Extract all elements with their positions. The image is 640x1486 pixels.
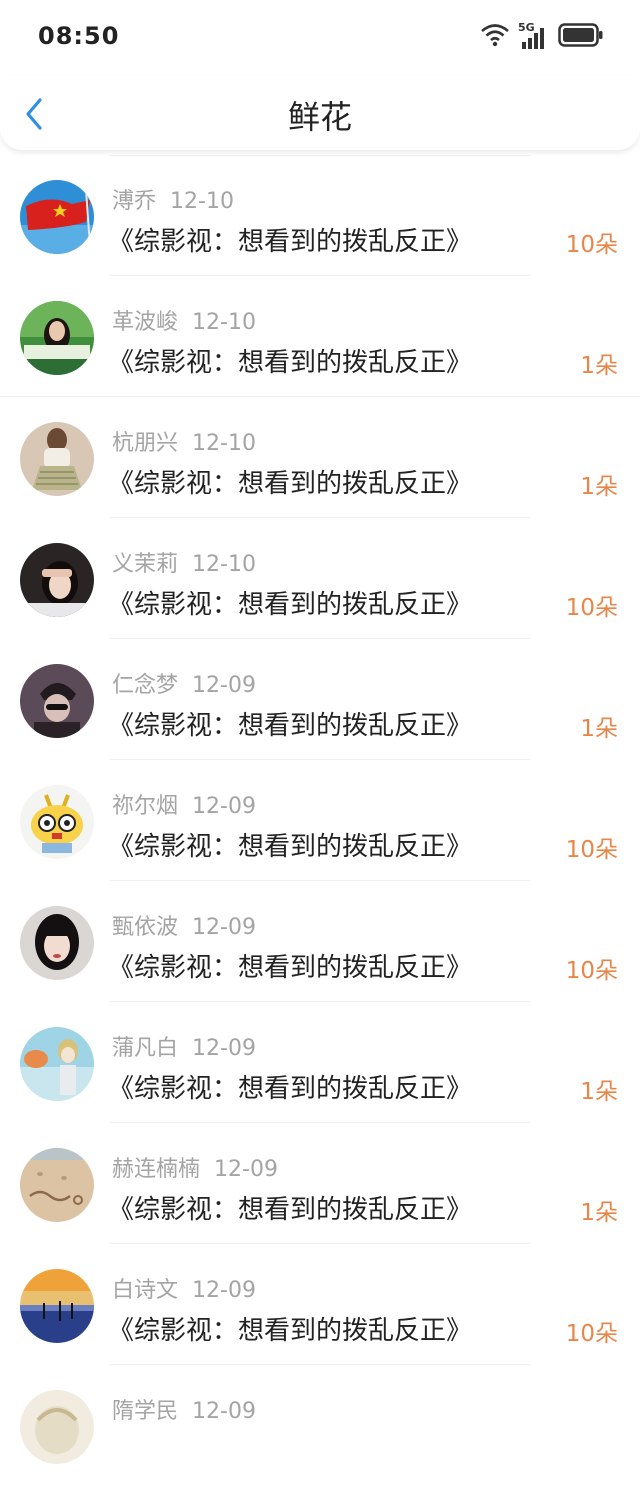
nav-header: 鲜花 (0, 76, 640, 150)
date: 12-09 (192, 915, 256, 940)
status-bar: 08:50 5G (0, 0, 640, 76)
book-title: 《综影视：想看到的拨乱反正》 (108, 832, 473, 862)
avatar (20, 301, 94, 375)
flower-count: 1朵 (580, 353, 618, 379)
date: 12-09 (214, 1157, 278, 1182)
battery-icon (558, 23, 604, 51)
list-item[interactable]: 杭朋兴 12-10 《综影视：想看到的拨乱反正》 1朵 (0, 397, 640, 518)
name-line: 蒲凡白 12-09 (112, 1030, 256, 1061)
page-title: 鲜花 (287, 98, 352, 136)
book-title: 《综影视：想看到的拨乱反正》 (108, 227, 473, 257)
book-title: 《综影视：想看到的拨乱反正》 (108, 1074, 473, 1104)
name-line: 仁念梦 12-09 (112, 667, 256, 698)
book-title: 《综影视：想看到的拨乱反正》 (108, 711, 473, 741)
avatar (20, 180, 94, 254)
name-line: 杭朋兴 12-10 (112, 425, 256, 456)
flower-count: 10朵 (565, 1321, 618, 1347)
flower-count: 10朵 (565, 232, 618, 258)
avatar (20, 1269, 94, 1343)
avatar (20, 422, 94, 496)
flower-count: 1朵 (580, 716, 618, 742)
date: 12-10 (192, 431, 256, 456)
status-icons: 5G (480, 21, 604, 52)
avatar (20, 1148, 94, 1222)
date: 12-09 (192, 794, 256, 819)
date: 12-10 (170, 189, 234, 214)
avatar (20, 543, 94, 617)
user-name: 甄依波 (112, 915, 179, 940)
user-name: 隋学民 (112, 1399, 179, 1424)
book-title: 《综影视：想看到的拨乱反正》 (108, 1195, 473, 1225)
avatar (20, 785, 94, 859)
name-line: 白诗文 12-09 (112, 1272, 256, 1303)
user-name: 义茉莉 (112, 552, 179, 577)
list-item[interactable]: 甄依波 12-09 《综影视：想看到的拨乱反正》 10朵 (0, 881, 640, 1002)
list-item[interactable]: 祢尔烟 12-09 《综影视：想看到的拨乱反正》 10朵 (0, 760, 640, 881)
book-title: 《综影视：想看到的拨乱反正》 (108, 1316, 473, 1346)
name-line: 革波峻 12-10 (112, 304, 256, 335)
name-line: 甄依波 12-09 (112, 909, 256, 940)
wifi-icon (480, 22, 510, 52)
user-name: 白诗文 (112, 1278, 179, 1303)
user-name: 仁念梦 (112, 673, 179, 698)
name-line: 祢尔烟 12-09 (112, 788, 256, 819)
date: 12-10 (192, 310, 256, 335)
name-line: 溥乔 12-10 (112, 183, 234, 214)
user-name: 蒲凡白 (112, 1036, 179, 1061)
date: 12-09 (192, 1036, 256, 1061)
name-line: 赫连楠楠 12-09 (112, 1151, 278, 1182)
user-name: 杭朋兴 (112, 431, 179, 456)
list-item[interactable]: 仁念梦 12-09 《综影视：想看到的拨乱反正》 1朵 (0, 639, 640, 760)
list-item[interactable]: 革波峻 12-10 《综影视：想看到的拨乱反正》 1朵 (0, 276, 640, 397)
book-title: 《综影视：想看到的拨乱反正》 (108, 953, 473, 983)
date: 12-09 (192, 673, 256, 698)
avatar (20, 1390, 94, 1464)
list-item[interactable]: 义茉莉 12-10 《综影视：想看到的拨乱反正》 10朵 (0, 518, 640, 639)
user-name: 祢尔烟 (112, 794, 179, 819)
date: 12-09 (192, 1278, 256, 1303)
status-time: 08:50 (38, 22, 120, 50)
list-item[interactable]: 蒲凡白 12-09 《综影视：想看到的拨乱反正》 1朵 (0, 1002, 640, 1123)
flower-count: 1朵 (580, 1200, 618, 1226)
user-name: 溥乔 (112, 189, 157, 214)
list-item[interactable]: 白诗文 12-09 《综影视：想看到的拨乱反正》 10朵 (0, 1244, 640, 1365)
avatar (20, 906, 94, 980)
flower-count: 1朵 (580, 474, 618, 500)
flower-count: 10朵 (565, 837, 618, 863)
user-name: 革波峻 (112, 310, 179, 335)
book-title: 《综影视：想看到的拨乱反正》 (108, 469, 473, 499)
name-line: 隋学民 12-09 (112, 1393, 256, 1424)
book-title: 《综影视：想看到的拨乱反正》 (108, 348, 473, 378)
list-item[interactable]: 赫连楠楠 12-09 《综影视：想看到的拨乱反正》 1朵 (0, 1123, 640, 1244)
book-title: 《综影视：想看到的拨乱反正》 (108, 590, 473, 620)
flower-count: 10朵 (565, 595, 618, 621)
flower-count: 10朵 (565, 958, 618, 984)
avatar (20, 1027, 94, 1101)
list-item[interactable]: 溥乔 12-10 《综影视：想看到的拨乱反正》 10朵 (0, 155, 640, 276)
avatar (20, 664, 94, 738)
flower-count: 1朵 (580, 1079, 618, 1105)
date: 12-10 (192, 552, 256, 577)
date: 12-09 (192, 1399, 256, 1424)
signal-icon: 5G (518, 21, 550, 51)
list-item[interactable]: 隋学民 12-09 (0, 1365, 640, 1486)
name-line: 义茉莉 12-10 (112, 546, 256, 577)
user-name: 赫连楠楠 (112, 1157, 201, 1182)
